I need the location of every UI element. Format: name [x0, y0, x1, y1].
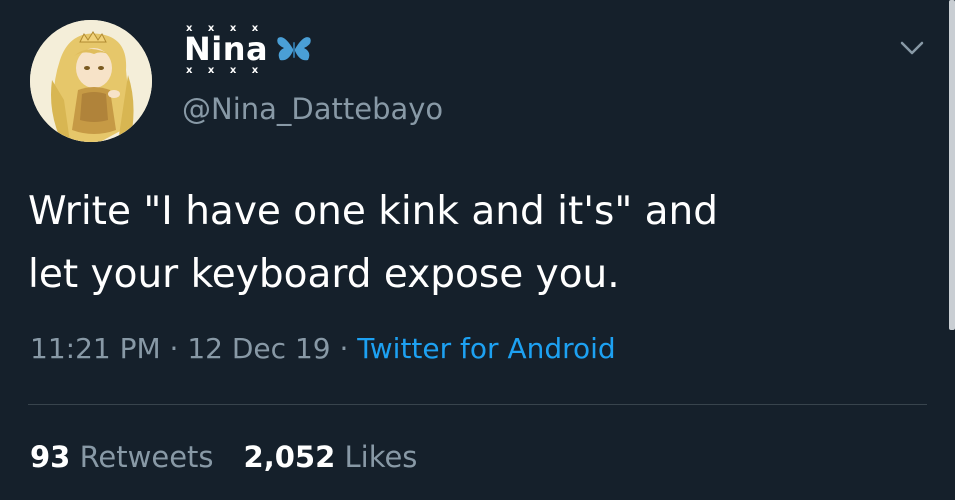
- butterfly-icon: [277, 37, 311, 61]
- meta-separator: ·: [160, 332, 188, 365]
- tweet-source-link[interactable]: Twitter for Android: [357, 332, 615, 365]
- author-name-row[interactable]: x x x x Nina x x x x: [182, 24, 312, 76]
- scrollbar[interactable]: [949, 0, 955, 330]
- username-handle[interactable]: @Nina_Dattebayo: [182, 92, 443, 126]
- retweets-count: 93: [30, 440, 71, 474]
- display-name[interactable]: x x x x Nina x x x x: [182, 24, 270, 76]
- tweet-meta: 11:21 PM · 12 Dec 19 · Twitter for Andro…: [30, 332, 616, 365]
- likes-stat[interactable]: 2,052 Likes: [244, 440, 418, 474]
- tweet-time[interactable]: 11:21 PM: [30, 332, 161, 365]
- avatar[interactable]: [30, 20, 152, 142]
- chevron-down-icon[interactable]: [898, 38, 926, 58]
- display-name-text: Nina: [184, 30, 269, 68]
- meta-separator: ·: [330, 332, 358, 365]
- name-decoration-top: x x x x: [186, 23, 265, 34]
- tweet-text-line: Write "I have one kink and it's" and: [28, 189, 719, 234]
- tweet-date[interactable]: 12 Dec 19: [187, 332, 330, 365]
- likes-count: 2,052: [243, 440, 336, 474]
- tweet-stats: 93 Retweets 2,052 Likes: [30, 440, 417, 474]
- likes-label: Likes: [344, 440, 418, 474]
- retweets-stat[interactable]: 93 Retweets: [30, 440, 214, 474]
- tweet-text: Write "I have one kink and it's" and let…: [28, 180, 908, 306]
- avatar-image: [30, 20, 152, 142]
- retweets-label: Retweets: [79, 440, 214, 474]
- divider: [28, 404, 927, 405]
- tweet-text-line: let your keyboard expose you.: [28, 252, 620, 297]
- name-decoration-bottom: x x x x: [186, 65, 265, 76]
